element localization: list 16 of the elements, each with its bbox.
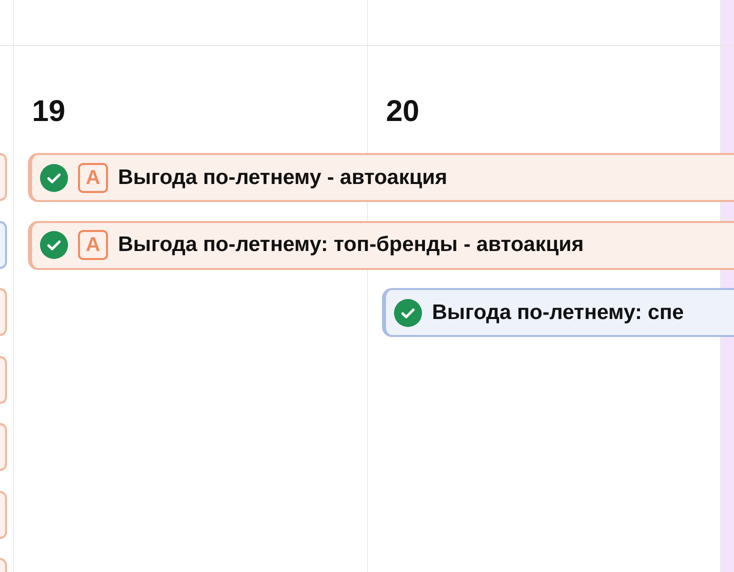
event-bar[interactable]: А Выгода по-летнему - автоакция (28, 153, 734, 202)
event-chip-edge[interactable] (0, 153, 7, 201)
event-title: Выгода по-летнему: топ-бренды - автоакция (118, 233, 584, 257)
day-number: 19 (32, 94, 66, 128)
event-chip-edge[interactable] (0, 288, 7, 336)
event-title: Выгода по-летнему - автоакция (118, 166, 448, 190)
auto-badge: А (78, 162, 108, 192)
event-title: Выгода по-летнему: спе (432, 300, 684, 324)
event-chip-edge[interactable] (0, 356, 7, 404)
event-chip-edge[interactable] (0, 423, 7, 471)
event-chip-edge[interactable] (0, 490, 7, 538)
day-number: 20 (386, 94, 420, 128)
event-chip-edge[interactable] (0, 220, 7, 268)
event-bar[interactable]: А Выгода по-летнему: топ-бренды - автоакция (28, 220, 734, 270)
event-bar[interactable]: Выгода по-летнему: спе (382, 288, 734, 337)
auto-badge: А (78, 230, 108, 260)
